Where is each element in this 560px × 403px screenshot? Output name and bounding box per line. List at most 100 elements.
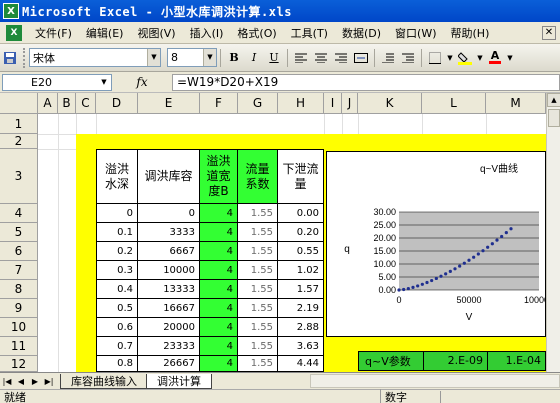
menu-view[interactable]: 视图(V) [130,25,182,41]
cell-depth[interactable]: 0.4 [96,280,138,299]
font-color-button[interactable]: A [486,49,504,67]
scroll-up-icon[interactable]: ▲ [547,93,560,107]
column-header[interactable]: G [238,93,278,114]
row-header[interactable]: 5 [0,223,38,242]
next-sheet-icon[interactable]: ▶ [28,377,42,386]
cell-discharge[interactable]: 3.63 [278,337,324,356]
underline-button[interactable]: U [265,49,283,67]
column-header[interactable]: D [96,93,138,114]
cell-width[interactable]: 4 [200,318,238,337]
cell-depth[interactable]: 0.2 [96,242,138,261]
qv-chart[interactable]: q~V曲线 0.00 5.00 10.00 15.00 20.00 25.00 30.00 … [326,151,546,337]
close-workbook-icon[interactable]: ✕ [542,25,556,40]
font-name-select[interactable]: 宋体 ▼ [29,48,161,67]
cell-depth[interactable]: 0.7 [96,337,138,356]
worksheet-grid[interactable]: A B C D E F G H I J K L M 1 2 3 4 5 6 7 … [0,93,546,372]
menu-window[interactable]: 窗口(W) [388,25,443,41]
cell-coefficient[interactable]: 1.55 [238,299,278,318]
cell-coefficient[interactable]: 1.55 [238,356,278,372]
bold-button[interactable]: B [225,49,243,67]
cell-storage[interactable]: 26667 [138,356,200,372]
column-header[interactable]: H [278,93,324,114]
cell-storage[interactable]: 16667 [138,299,200,318]
cell-storage[interactable]: 20000 [138,318,200,337]
align-center-icon[interactable] [312,49,330,67]
column-header[interactable]: C [76,93,96,114]
fx-icon[interactable]: fx [112,75,172,89]
row-header[interactable]: 7 [0,261,38,280]
cell-coefficient[interactable]: 1.55 [238,261,278,280]
chevron-down-icon[interactable]: ▼ [506,49,514,67]
chevron-down-icon[interactable]: ▼ [476,49,484,67]
horizontal-scrollbar[interactable] [310,374,560,388]
last-sheet-icon[interactable]: ▶| [42,377,56,386]
increase-indent-icon[interactable] [399,49,417,67]
cell-depth[interactable]: 0.3 [96,261,138,280]
menu-format[interactable]: 格式(O) [230,25,283,41]
name-box[interactable]: E20 ▼ [2,73,112,91]
merge-center-icon[interactable] [352,49,370,67]
borders-icon[interactable] [426,49,444,67]
column-header[interactable]: M [486,93,546,114]
menu-tools[interactable]: 工具(T) [284,25,335,41]
align-left-icon[interactable] [292,49,310,67]
select-all-corner[interactable] [0,93,38,114]
menu-file[interactable]: 文件(F) [28,25,79,41]
cell-discharge[interactable]: 4.44 [278,356,324,372]
cell-discharge[interactable]: 0.20 [278,223,324,242]
param-value-1[interactable]: 2.E-09 [423,352,487,370]
cell-coefficient[interactable]: 1.55 [238,280,278,299]
param-value-2[interactable]: 1.E-04 [487,352,545,370]
cell-storage[interactable]: 3333 [138,223,200,242]
cell-storage[interactable]: 23333 [138,337,200,356]
header-cell-discharge[interactable]: 下泄流 量 [278,149,324,204]
menu-insert[interactable]: 插入(I) [183,25,231,41]
chevron-down-icon[interactable]: ▼ [147,49,160,66]
column-header[interactable]: A [38,93,58,114]
tab-flood-routing[interactable]: 调洪计算 [146,373,212,389]
decrease-indent-icon[interactable] [379,49,397,67]
menu-data[interactable]: 数据(D) [335,25,388,41]
header-cell-depth[interactable]: 溢洪 水深 [96,149,138,204]
row-header[interactable]: 6 [0,242,38,261]
row-header[interactable]: 9 [0,299,38,318]
chevron-down-icon[interactable]: ▼ [446,49,454,67]
cell-coefficient[interactable]: 1.55 [238,242,278,261]
chevron-down-icon[interactable]: ▼ [97,75,111,90]
cell-depth[interactable]: 0.5 [96,299,138,318]
cell-depth[interactable]: 0.6 [96,318,138,337]
scroll-thumb[interactable] [548,109,560,127]
cell-width[interactable]: 4 [200,337,238,356]
row-header[interactable]: 12 [0,356,38,372]
column-header[interactable]: F [200,93,238,114]
header-cell-width[interactable]: 溢洪 道宽 度B [200,149,238,204]
font-size-select[interactable]: 8 ▼ [167,48,217,67]
row-header[interactable]: 2 [0,134,38,149]
cell-storage[interactable]: 6667 [138,242,200,261]
cell-width[interactable]: 4 [200,261,238,280]
cell-discharge[interactable]: 0.55 [278,242,324,261]
header-cell-coefficient[interactable]: 流量 系数 [238,149,278,204]
cell-discharge[interactable]: 2.19 [278,299,324,318]
cell-coefficient[interactable]: 1.55 [238,223,278,242]
column-header[interactable]: J [342,93,358,114]
cell-width[interactable]: 4 [200,204,238,223]
cell-width[interactable]: 4 [200,280,238,299]
header-cell-storage[interactable]: 调洪库容 [138,149,200,204]
vertical-scrollbar[interactable]: ▲ [546,93,560,372]
cell-storage[interactable]: 10000 [138,261,200,280]
row-header[interactable]: 4 [0,204,38,223]
formula-input[interactable]: =W19*D20+X19 [172,73,560,91]
prev-sheet-icon[interactable]: ◀ [14,377,28,386]
cell-depth[interactable]: 0 [96,204,138,223]
fill-color-icon[interactable] [456,49,474,67]
cell-width[interactable]: 4 [200,356,238,372]
save-icon[interactable] [1,49,19,67]
tab-storage-curve[interactable]: 库容曲线输入 [60,373,148,389]
cell-discharge[interactable]: 2.88 [278,318,324,337]
cell-storage[interactable]: 0 [138,204,200,223]
column-header[interactable]: B [58,93,76,114]
cell-discharge[interactable]: 0.00 [278,204,324,223]
row-header[interactable]: 3 [0,149,38,204]
row-header[interactable]: 8 [0,280,38,299]
